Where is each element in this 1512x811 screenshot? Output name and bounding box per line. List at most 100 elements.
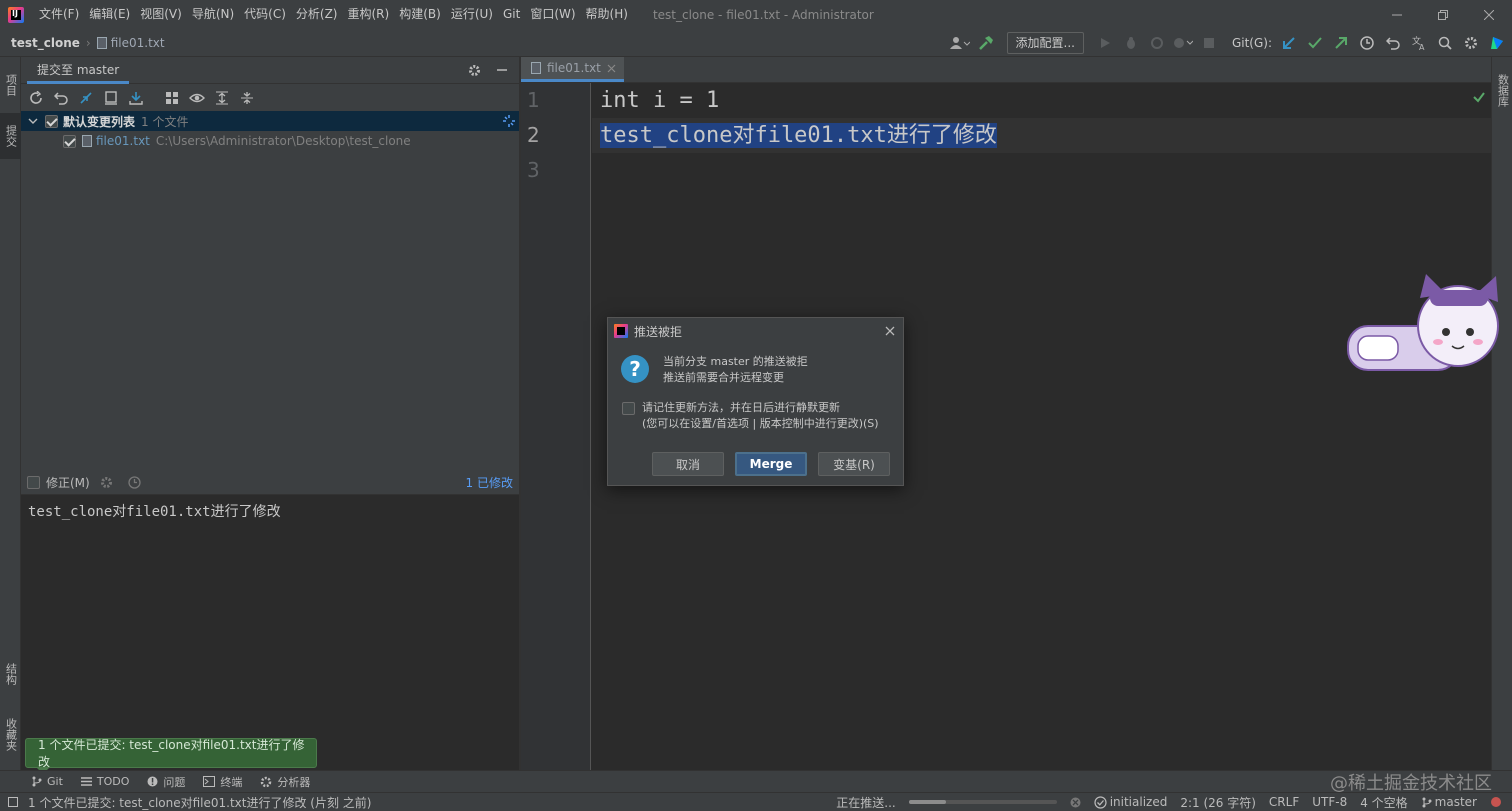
file-encoding[interactable]: UTF-8: [1312, 795, 1347, 809]
tool-tab-profiler[interactable]: 分析器: [251, 774, 319, 790]
commit-message-input[interactable]: test_clone对file01.txt进行了修改: [21, 494, 519, 770]
memory-indicator-icon[interactable]: [1490, 796, 1502, 808]
amend-checkbox[interactable]: [27, 475, 40, 489]
close-icon[interactable]: [607, 64, 616, 73]
profile-button[interactable]: [1172, 32, 1194, 54]
add-configuration-button[interactable]: 添加配置...: [1006, 31, 1084, 54]
caret-position[interactable]: 2:1 (26 字符): [1180, 794, 1256, 811]
stripe-tab-favorites[interactable]: 收藏夹: [0, 707, 21, 761]
git-update-button[interactable]: [1278, 32, 1300, 54]
stripe-tab-favorites-label: 收藏夹: [4, 717, 18, 751]
minimize-button[interactable]: [1374, 0, 1420, 29]
diff-arrows-icon: [80, 91, 92, 104]
collapse-all-button[interactable]: [236, 87, 258, 109]
close-window-button[interactable]: [1466, 0, 1512, 29]
run-button[interactable]: [1094, 32, 1116, 54]
debug-button[interactable]: [1120, 32, 1142, 54]
cancel-button[interactable]: 取消: [652, 452, 724, 476]
dialog-close-button[interactable]: [877, 318, 903, 344]
vcs-status[interactable]: initialized: [1094, 795, 1167, 809]
menu-view[interactable]: 视图(V): [135, 0, 187, 29]
rollback-button[interactable]: [50, 87, 72, 109]
coverage-button[interactable]: [1146, 32, 1168, 54]
remember-label[interactable]: 请记住更新方法，并在日后进行静默更新: [642, 400, 879, 416]
stripe-tab-structure[interactable]: 结构: [0, 651, 21, 697]
commit-history-button[interactable]: [124, 471, 146, 493]
stop-button[interactable]: [1198, 32, 1220, 54]
tool-tab-terminal[interactable]: 终端: [194, 774, 251, 790]
menu-run[interactable]: 运行(U): [446, 0, 498, 29]
settings-button[interactable]: [1460, 32, 1482, 54]
dialog-title-bar[interactable]: 推送被拒: [608, 318, 903, 344]
toolbox-button[interactable]: [1486, 32, 1508, 54]
amend-label[interactable]: 修正(M): [46, 474, 90, 491]
git-rollback-button[interactable]: [1382, 32, 1404, 54]
status-message[interactable]: 1 个文件已提交: test_clone对file01.txt进行了修改 (片刻…: [28, 794, 371, 811]
tool-tab-todo-label: TODO: [96, 775, 130, 788]
breadcrumb-file[interactable]: file01.txt: [96, 35, 165, 50]
inspection-ok-icon[interactable]: [1473, 91, 1485, 103]
stripe-tab-commit[interactable]: 提交: [0, 113, 21, 159]
terminal-icon: [203, 776, 216, 787]
changelist-row[interactable]: 默认变更列表 1 个文件: [21, 111, 519, 131]
line-separator[interactable]: CRLF: [1269, 795, 1299, 809]
cancel-task-icon[interactable]: [1070, 797, 1081, 808]
git-push-button[interactable]: [1330, 32, 1352, 54]
tool-tab-todo[interactable]: TODO: [72, 775, 139, 788]
commit-message-text: test_clone对file01.txt进行了修改: [28, 504, 281, 520]
rebase-button[interactable]: 变基(R): [818, 452, 890, 476]
show-diff-button[interactable]: [75, 87, 97, 109]
file-row[interactable]: file01.txt C:\Users\Administrator\Deskto…: [21, 131, 519, 151]
panel-hide-button[interactable]: [491, 59, 513, 81]
panel-settings-button[interactable]: [463, 59, 485, 81]
menu-build[interactable]: 构建(B): [394, 0, 446, 29]
toggle-tool-windows-icon[interactable]: [8, 797, 18, 807]
group-by-button[interactable]: [161, 87, 183, 109]
shelve-button[interactable]: [100, 87, 122, 109]
modified-count-link[interactable]: 1 已修改: [466, 474, 513, 491]
commit-notification-balloon[interactable]: 1 个文件已提交: test_clone对file01.txt进行了修改: [25, 738, 317, 774]
code-area[interactable]: int i = 1 test_clone对file01.txt进行了修改: [600, 83, 997, 188]
git-history-button[interactable]: [1356, 32, 1378, 54]
stripe-tab-database[interactable]: 数据库: [1492, 65, 1512, 115]
menu-file[interactable]: 文件(F): [34, 0, 84, 29]
push-rejected-dialog: 推送被拒 ? 当前分支 master 的推送被拒 推送前需要合并远程变更 请记住…: [607, 317, 904, 486]
commit-options-button[interactable]: [96, 471, 118, 493]
menu-git[interactable]: Git: [498, 0, 525, 29]
git-commit-button[interactable]: [1304, 32, 1326, 54]
build-button[interactable]: [975, 32, 997, 54]
menu-refactor[interactable]: 重构(R): [343, 0, 395, 29]
view-options-button[interactable]: [186, 87, 208, 109]
remember-option: 请记住更新方法，并在日后进行静默更新 (您可以在设置/首选项 | 版本控制中进行…: [608, 386, 903, 432]
tool-tab-git[interactable]: Git: [22, 775, 72, 788]
search-button[interactable]: [1434, 32, 1456, 54]
status-bar: 1 个文件已提交: test_clone对file01.txt进行了修改 (片刻…: [0, 792, 1512, 811]
remember-checkbox[interactable]: [622, 402, 635, 415]
indent-setting[interactable]: 4 个空格: [1360, 794, 1407, 811]
file-checkbox[interactable]: [63, 134, 76, 148]
tab-commit-to-master[interactable]: 提交至 master: [27, 57, 130, 84]
menu-navigate[interactable]: 导航(N): [187, 0, 239, 29]
changelist-checkbox[interactable]: [45, 114, 58, 128]
expand-all-button[interactable]: [211, 87, 233, 109]
merge-button[interactable]: Merge: [735, 452, 807, 476]
account-button[interactable]: [949, 32, 971, 54]
git-branch-widget[interactable]: master: [1421, 795, 1477, 809]
menu-analyze[interactable]: 分析(Z): [291, 0, 343, 29]
tool-tab-problems[interactable]: 问题: [138, 774, 194, 790]
background-task-label[interactable]: 正在推送...: [836, 794, 895, 811]
editor-tab-file01[interactable]: file01.txt: [521, 57, 624, 82]
refresh-button[interactable]: [25, 87, 47, 109]
breadcrumb-project[interactable]: test_clone: [11, 36, 80, 50]
restore-button[interactable]: [1420, 0, 1466, 29]
menu-edit[interactable]: 编辑(E): [84, 0, 135, 29]
translate-button[interactable]: 文A: [1408, 32, 1430, 54]
file-name: file01.txt: [96, 134, 150, 148]
menu-code[interactable]: 代码(C): [239, 0, 291, 29]
list-icon: [80, 777, 92, 786]
unshelve-button[interactable]: [125, 87, 147, 109]
menu-window[interactable]: 窗口(W): [525, 0, 580, 29]
menu-help[interactable]: 帮助(H): [581, 0, 633, 29]
stripe-tab-project[interactable]: 项目: [0, 63, 21, 107]
breadcrumb-file-label: file01.txt: [110, 35, 165, 50]
